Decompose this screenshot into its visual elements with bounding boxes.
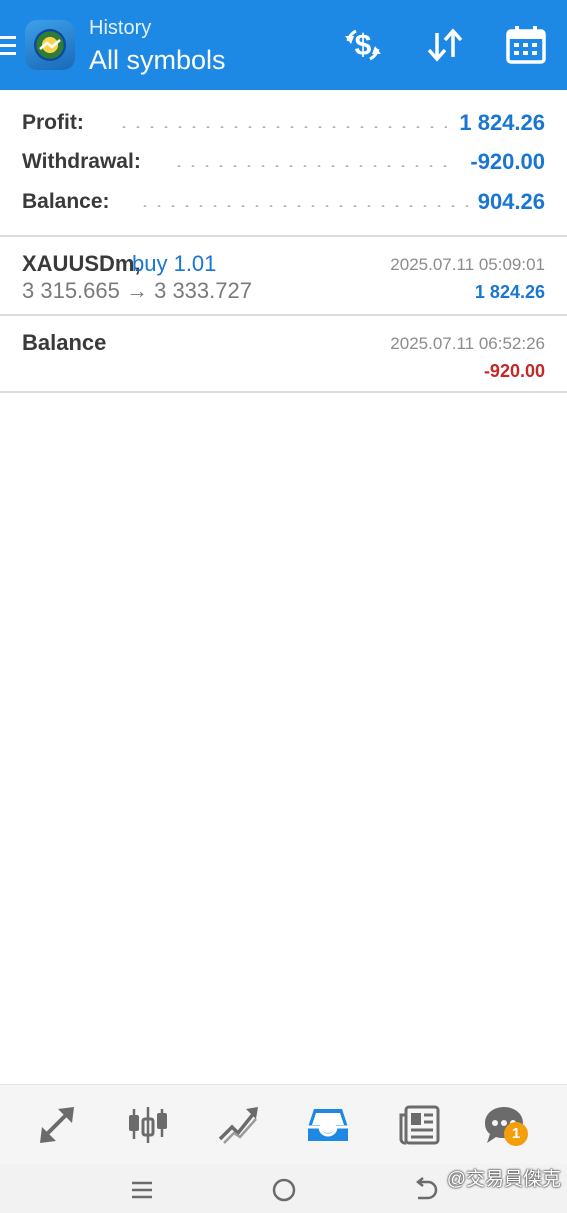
- deal-side: buy 1.01: [132, 251, 217, 276]
- summary-withdrawal-label: Withdrawal:: [22, 150, 141, 173]
- deal-time: 2025.07.11 05:09:01: [390, 255, 545, 274]
- calendar-icon[interactable]: [505, 24, 547, 66]
- deal-symbol: XAUUSDm,: [22, 251, 141, 276]
- summary-balance-label: Balance:: [22, 190, 110, 213]
- trade-icon[interactable]: [216, 1103, 260, 1147]
- summary-balance-value: 904.26: [477, 189, 545, 214]
- summary-profit-label: Profit:: [22, 111, 84, 134]
- dotted-leader: [117, 126, 447, 128]
- chat-badge: 1: [504, 1122, 528, 1146]
- summary-withdrawal-value: -920.00: [470, 149, 545, 174]
- currency-exchange-icon[interactable]: $: [342, 24, 384, 66]
- sort-icon[interactable]: [424, 24, 466, 66]
- metatrader-logo: [25, 20, 75, 70]
- home-icon[interactable]: [270, 1176, 298, 1204]
- summary-balance-row: Balance: 904.26: [22, 188, 545, 218]
- deal-row[interactable]: XAUUSDm, buy 1.01 3 315.665 → 3 333.727 …: [0, 237, 567, 315]
- header-subtitle: History: [89, 17, 152, 39]
- header-title[interactable]: All symbols: [89, 45, 226, 76]
- news-icon[interactable]: [398, 1103, 442, 1147]
- watermark-text: @交易員傑克: [446, 1169, 561, 1190]
- menu-icon[interactable]: [0, 36, 16, 58]
- summary-profit-row: Profit: 1 824.26: [22, 109, 545, 139]
- divider: [0, 391, 567, 393]
- deal-time: 2025.07.11 06:52:26: [390, 334, 545, 353]
- history-summary: Profit: 1 824.26 Withdrawal: -920.00 Bal…: [0, 90, 567, 236]
- bottom-navigation: [0, 1084, 567, 1164]
- dotted-leader: [138, 205, 468, 207]
- quotes-icon[interactable]: [36, 1103, 80, 1147]
- summary-profit-value: 1 824.26: [459, 110, 545, 135]
- deal-profit: 1 824.26: [474, 282, 545, 302]
- chart-icon[interactable]: [126, 1103, 170, 1147]
- recent-apps-icon[interactable]: [128, 1176, 156, 1204]
- history-icon[interactable]: [306, 1103, 350, 1147]
- deal-prices: 3 315.665 → 3 333.727: [22, 278, 252, 303]
- summary-withdrawal-row: Withdrawal: -920.00: [22, 148, 545, 178]
- dotted-leader: [172, 165, 457, 167]
- svg-text:$: $: [355, 29, 372, 62]
- back-icon[interactable]: [412, 1176, 440, 1204]
- deal-symbol: Balance: [22, 330, 107, 355]
- deal-profit: -920.00: [483, 361, 545, 381]
- deal-row[interactable]: Balance 2025.07.11 06:52:26 -920.00: [0, 316, 567, 394]
- app-header: History All symbols $: [0, 0, 567, 90]
